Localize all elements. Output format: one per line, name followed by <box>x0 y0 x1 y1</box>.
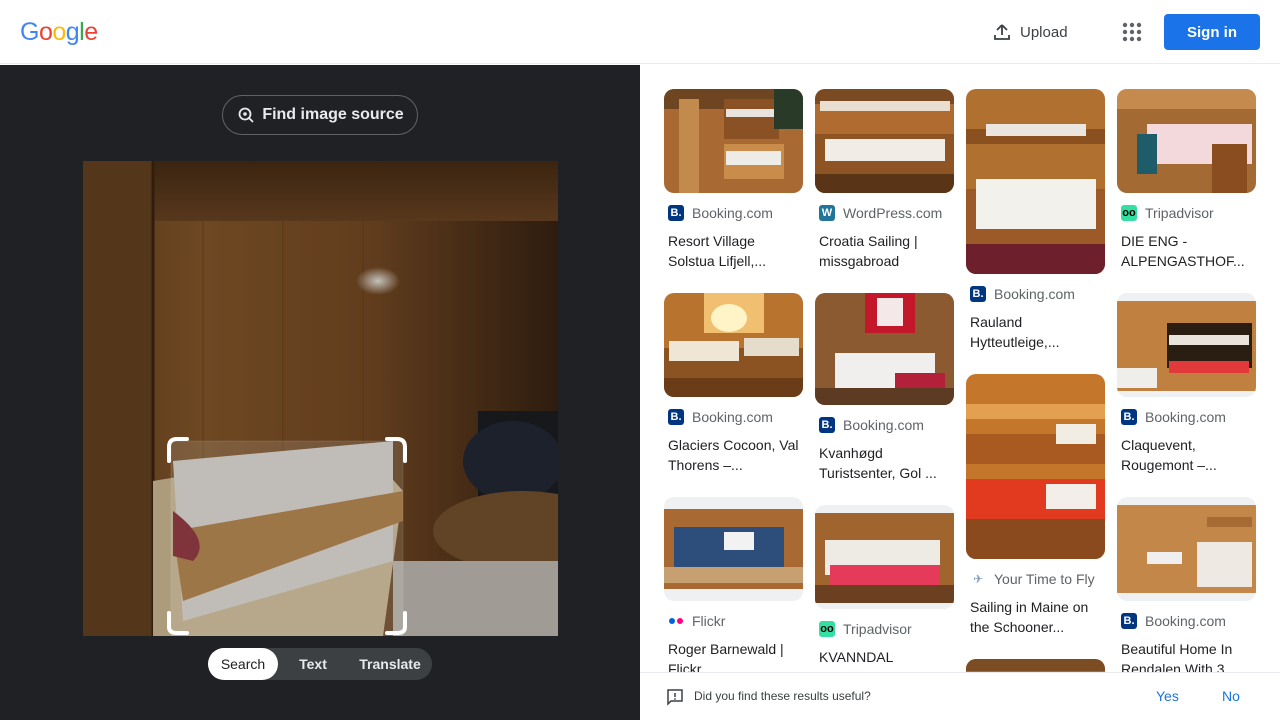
results-column: B. Booking.com Resort Village Solstua Li… <box>664 89 803 672</box>
lens-search-icon <box>238 107 254 123</box>
feedback-bar: Did you find these results useful? Yes N… <box>640 672 1280 720</box>
booking-icon: B. <box>668 205 684 221</box>
result-title[interactable]: Rauland Hytteutleige,... <box>970 312 1105 352</box>
result-card[interactable] <box>966 659 1105 672</box>
lens-panel: Find image source Search Text Translate <box>0 65 640 720</box>
logo-letter: G <box>20 18 39 46</box>
result-source-name: Tripadvisor <box>1145 205 1214 221</box>
upload-button[interactable]: Upload <box>992 20 1068 44</box>
result-title[interactable]: Croatia Sailing | missgabroad <box>819 231 954 271</box>
google-logo[interactable]: Google <box>20 18 98 47</box>
result-thumbnail <box>1117 293 1256 397</box>
booking-icon: B. <box>819 417 835 433</box>
result-card[interactable]: B. Booking.com Beautiful Home In Rendale… <box>1117 497 1256 672</box>
result-card[interactable]: ✈ Your Time to Fly Sailing in Maine on t… <box>966 374 1105 637</box>
booking-icon: B. <box>1121 409 1137 425</box>
results-panel[interactable]: B. Booking.com Resort Village Solstua Li… <box>640 65 1280 672</box>
results-column: W WordPress.com Croatia Sailing | missga… <box>815 89 954 672</box>
result-title[interactable]: Resort Village Solstua Lifjell,... <box>668 231 803 271</box>
apps-grid-icon[interactable] <box>1120 20 1144 44</box>
result-card[interactable]: B. Booking.com Glaciers Cocoon, Val Thor… <box>664 293 803 475</box>
lens-mode-switch: Search Text Translate <box>208 648 432 680</box>
result-thumbnail <box>1117 497 1256 601</box>
result-source: W WordPress.com <box>819 205 954 221</box>
result-title[interactable]: KVANNDAL CAMPING... <box>819 647 954 672</box>
result-source: ✈ Your Time to Fly <box>970 571 1105 587</box>
result-source-name: Booking.com <box>994 286 1075 302</box>
booking-icon: B. <box>970 286 986 302</box>
booking-icon: B. <box>1121 613 1137 629</box>
result-source: B. Booking.com <box>819 417 954 433</box>
result-card[interactable]: B. Booking.com Kvanhøgd Turistsenter, Go… <box>815 293 954 483</box>
upload-label: Upload <box>1020 23 1068 41</box>
result-source: B. Booking.com <box>1121 613 1256 629</box>
result-title[interactable]: Roger Barnewald | Flickr <box>668 639 803 672</box>
query-photo <box>83 161 558 636</box>
logo-letter: o <box>38 18 53 46</box>
result-title[interactable]: Beautiful Home In Rendalen With 3... <box>1121 639 1256 672</box>
sign-in-button[interactable]: Sign in <box>1164 14 1260 50</box>
upload-icon <box>994 24 1010 40</box>
result-thumbnail <box>664 497 803 601</box>
logo-letter: e <box>84 18 98 46</box>
result-source: oo Tripadvisor <box>1121 205 1256 221</box>
yourtimetofly-icon: ✈ <box>970 571 986 587</box>
result-source-name: Tripadvisor <box>843 621 912 637</box>
feedback-yes-button[interactable]: Yes <box>1156 688 1179 704</box>
feedback-no-button[interactable]: No <box>1222 688 1240 704</box>
result-source-name: Booking.com <box>1145 613 1226 629</box>
tripadvisor-icon: oo <box>1121 205 1137 221</box>
top-bar: Google Upload Sign in <box>0 0 1280 64</box>
result-card[interactable]: B. Booking.com Resort Village Solstua Li… <box>664 89 803 271</box>
result-source-name: Booking.com <box>692 409 773 425</box>
feedback-icon <box>667 689 683 706</box>
result-card[interactable]: B. Booking.com Claquevent, Rougemont –..… <box>1117 293 1256 475</box>
result-title[interactable]: Claquevent, Rougemont –... <box>1121 435 1256 475</box>
result-card[interactable]: oo Tripadvisor DIE ENG - ALPENGASTHOF... <box>1117 89 1256 271</box>
result-source: Flickr <box>668 613 803 629</box>
result-thumbnail <box>815 293 954 405</box>
result-thumbnail <box>664 89 803 193</box>
wordpress-icon: W <box>819 205 835 221</box>
result-card[interactable]: Flickr Roger Barnewald | Flickr <box>664 497 803 672</box>
flickr-icon <box>668 613 684 629</box>
feedback-question: Did you find these results useful? <box>694 689 871 703</box>
mode-text-tab[interactable]: Text <box>278 648 348 680</box>
result-source: B. Booking.com <box>668 409 803 425</box>
result-source-name: Booking.com <box>1145 409 1226 425</box>
logo-letter: o <box>52 18 66 46</box>
result-source-name: Your Time to Fly <box>994 571 1095 587</box>
result-source: B. Booking.com <box>1121 409 1256 425</box>
result-source-name: Booking.com <box>843 417 924 433</box>
result-source-name: Flickr <box>692 613 726 629</box>
result-card[interactable]: W WordPress.com Croatia Sailing | missga… <box>815 89 954 271</box>
result-card[interactable]: oo Tripadvisor KVANNDAL CAMPING... <box>815 505 954 672</box>
find-image-source-label: Find image source <box>262 106 404 123</box>
result-thumbnail <box>815 505 954 609</box>
tripadvisor-icon: oo <box>819 621 835 637</box>
result-title[interactable]: Sailing in Maine on the Schooner... <box>970 597 1105 637</box>
mode-search-tab[interactable]: Search <box>208 648 278 680</box>
result-source: B. Booking.com <box>668 205 803 221</box>
result-source: oo Tripadvisor <box>819 621 954 637</box>
result-title[interactable]: Kvanhøgd Turistsenter, Gol ... <box>819 443 954 483</box>
result-source: B. Booking.com <box>970 286 1105 302</box>
result-title[interactable]: Glaciers Cocoon, Val Thorens –... <box>668 435 803 475</box>
result-source-name: WordPress.com <box>843 205 943 221</box>
result-thumbnail <box>815 89 954 193</box>
result-thumbnail <box>966 659 1105 672</box>
result-thumbnail <box>966 374 1105 559</box>
result-source-name: Booking.com <box>692 205 773 221</box>
find-image-source-button[interactable]: Find image source <box>222 95 418 135</box>
result-title[interactable]: DIE ENG - ALPENGASTHOF... <box>1121 231 1256 271</box>
result-thumbnail <box>1117 89 1256 193</box>
results-column: oo Tripadvisor DIE ENG - ALPENGASTHOF...… <box>1117 89 1256 672</box>
result-thumbnail <box>966 89 1105 274</box>
mode-translate-tab[interactable]: Translate <box>348 648 432 680</box>
result-thumbnail <box>664 293 803 397</box>
logo-letter: g <box>65 18 80 46</box>
results-column: B. Booking.com Rauland Hytteutleige,... … <box>966 89 1105 672</box>
result-card[interactable]: B. Booking.com Rauland Hytteutleige,... <box>966 89 1105 352</box>
booking-icon: B. <box>668 409 684 425</box>
